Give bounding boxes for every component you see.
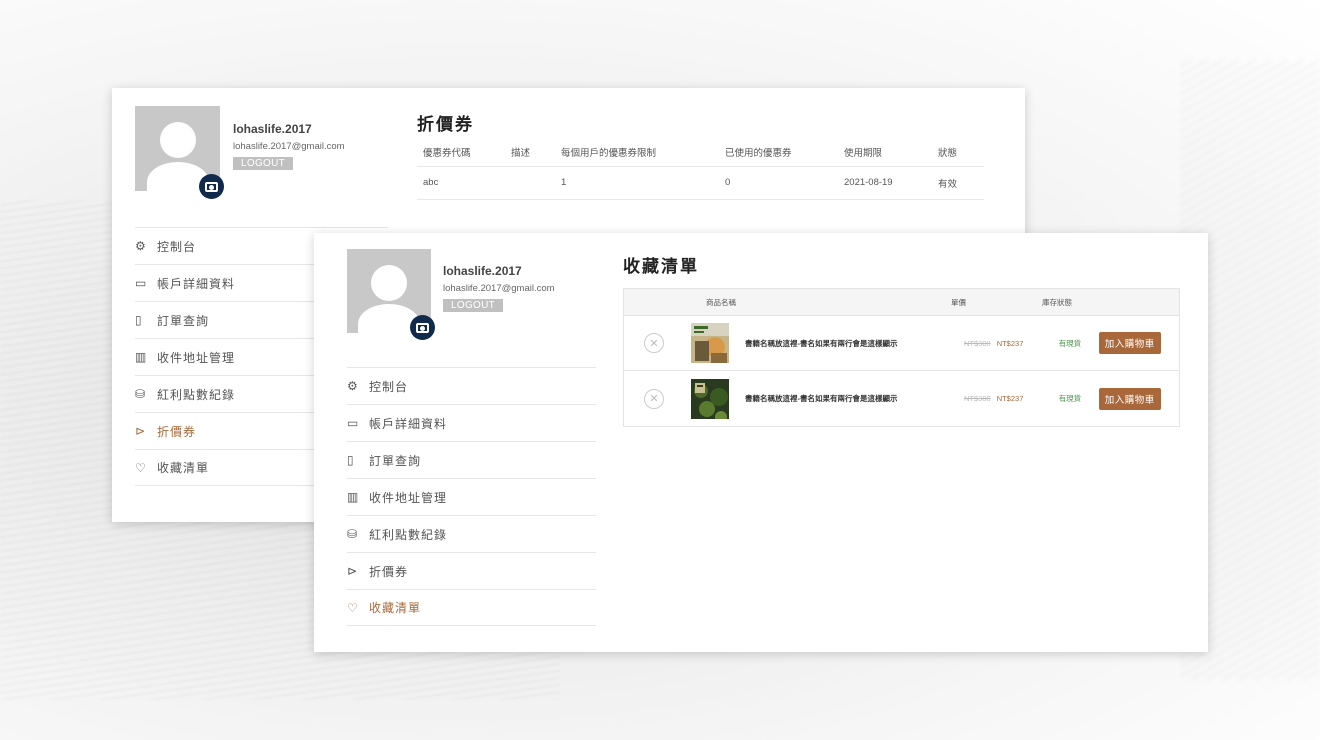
wishlist-page-panel: lohaslife.2017 lohaslife.2017@gmail.com … [314,233,1208,652]
remove-button[interactable]: ✕ [644,388,664,409]
sale-price: NT$237 [996,394,1024,403]
wishlist-table: 商品名稱 單價 庫存狀態 ✕ 書籍名稱放這裡-書名如果有兩行會是這樣顯示 NT$… [623,288,1180,427]
database-icon: ⛁ [135,387,147,401]
book-cover[interactable] [691,323,729,363]
tag-icon: ⊳ [135,424,147,438]
sidebar-item-label: 折價券 [369,564,409,579]
heart-icon: ♡ [347,600,359,615]
sidebar-item-dashboard[interactable]: ⚙ 控制台 [347,367,596,404]
sidebar-item-label: 收件地址管理 [369,490,448,505]
map-icon: ▥ [347,490,360,504]
sidebar-item-label: 紅利點數紀錄 [157,387,236,402]
sidebar-item-label: 折價券 [157,424,197,439]
sidebar-item-label: 收藏清單 [369,601,422,615]
camera-icon[interactable] [410,315,435,340]
file-icon: ▯ [347,453,355,467]
table-cell [505,166,555,200]
camera-icon[interactable] [199,174,224,199]
table-row: ✕ 書籍名稱放這裡-書名如果有兩行會是這樣顯示 NT$300 NT$237 有現… [624,371,1179,426]
username: lohaslife.2017 [233,122,312,136]
column-header: 庫存狀態 [1042,297,1072,307]
sidebar-item-coupons[interactable]: ⊳ 折價券 [347,552,596,589]
username: lohaslife.2017 [443,264,522,278]
sidebar-item-label: 訂單查詢 [369,453,422,468]
sale-price: NT$237 [996,338,1024,348]
table-cell: abc [417,166,505,200]
table-cell: 有效 [932,166,984,200]
database-icon: ⛁ [347,527,359,541]
column-header: 優惠券代碼 [417,138,505,167]
user-email: lohaslife.2017@gmail.com [443,283,555,294]
stock-status: 有現貨 [1058,394,1082,403]
remove-button[interactable]: ✕ [644,333,664,353]
add-to-cart-button[interactable]: 加入購物車 [1098,387,1161,410]
stock-status: 有現貨 [1058,338,1082,348]
table-cell: 1 [555,166,719,200]
id-card-icon: ▭ [347,416,360,430]
gear-icon: ⚙ [347,379,359,393]
column-header: 使用期限 [838,138,932,167]
table-header: 商品名稱 單價 庫存狀態 [624,289,1179,316]
column-header: 單價 [951,297,966,307]
page-title: 折價券 [417,115,474,134]
table-cell: 2021-08-19 [838,166,932,200]
sidebar-item-wishlist[interactable]: ♡ 收藏清單 [347,589,596,626]
product-name[interactable]: 書籍名稱放這裡-書名如果有兩行會是這樣顯示 [745,393,950,404]
column-header: 已使用的優惠券 [719,138,838,167]
sidebar-item-orders[interactable]: ▯ 訂單查詢 [347,441,596,478]
sidebar-item-label: 帳戶詳細資料 [157,276,236,291]
column-header: 描述 [505,138,555,167]
gear-icon: ⚙ [135,239,147,253]
book-cover[interactable] [691,378,729,419]
sidebar-menu: ⚙ 控制台 ▭ 帳戶詳細資料 ▯ 訂單查詢 ▥ 收件地址管理 ⛁ 紅利點數紀錄 ⊳ 折價券 … [347,367,596,626]
product-name[interactable]: 書籍名稱放這裡-書名如果有兩行會是這樣顯示 [745,338,950,349]
sidebar-item-label: 收藏清單 [157,461,210,475]
id-card-icon: ▭ [135,276,148,290]
sidebar-item-label: 收件地址管理 [157,350,236,365]
add-to-cart-button[interactable]: 加入購物車 [1098,332,1161,354]
logout-button[interactable]: LOGOUT [443,299,504,312]
sidebar-item-label: 紅利點數紀錄 [369,527,448,542]
column-header: 狀態 [932,138,984,167]
table-row: ✕ 書籍名稱放這裡-書名如果有兩行會是這樣顯示 NT$300 NT$237 有現… [624,316,1179,371]
column-header: 商品名稱 [706,297,736,307]
original-price: NT$300 [964,338,991,348]
sidebar-item-label: 訂單查詢 [157,313,210,328]
original-price: NT$300 [964,394,991,403]
user-email: lohaslife.2017@gmail.com [233,141,345,152]
page-title: 收藏清單 [623,257,699,276]
sidebar-item-account[interactable]: ▭ 帳戶詳細資料 [347,404,596,441]
tag-icon: ⊳ [347,564,359,578]
table-cell: 0 [719,166,838,200]
sidebar-item-addresses[interactable]: ▥ 收件地址管理 [347,478,596,515]
column-header: 每個用戶的優惠券限制 [555,138,719,167]
file-icon: ▯ [135,313,143,327]
map-icon: ▥ [135,350,148,364]
sidebar-item-points[interactable]: ⛁ 紅利點數紀錄 [347,515,596,552]
sidebar-item-label: 控制台 [157,239,197,254]
logout-button[interactable]: LOGOUT [233,157,294,170]
heart-icon: ♡ [135,460,147,475]
coupon-table: 優惠券代碼 描述 每個用戶的優惠券限制 已使用的優惠券 使用期限 狀態 abc … [417,138,984,200]
sidebar-item-label: 控制台 [369,379,409,394]
sidebar-item-label: 帳戶詳細資料 [369,416,448,431]
table-row: abc 1 0 2021-08-19 有效 [417,166,984,200]
